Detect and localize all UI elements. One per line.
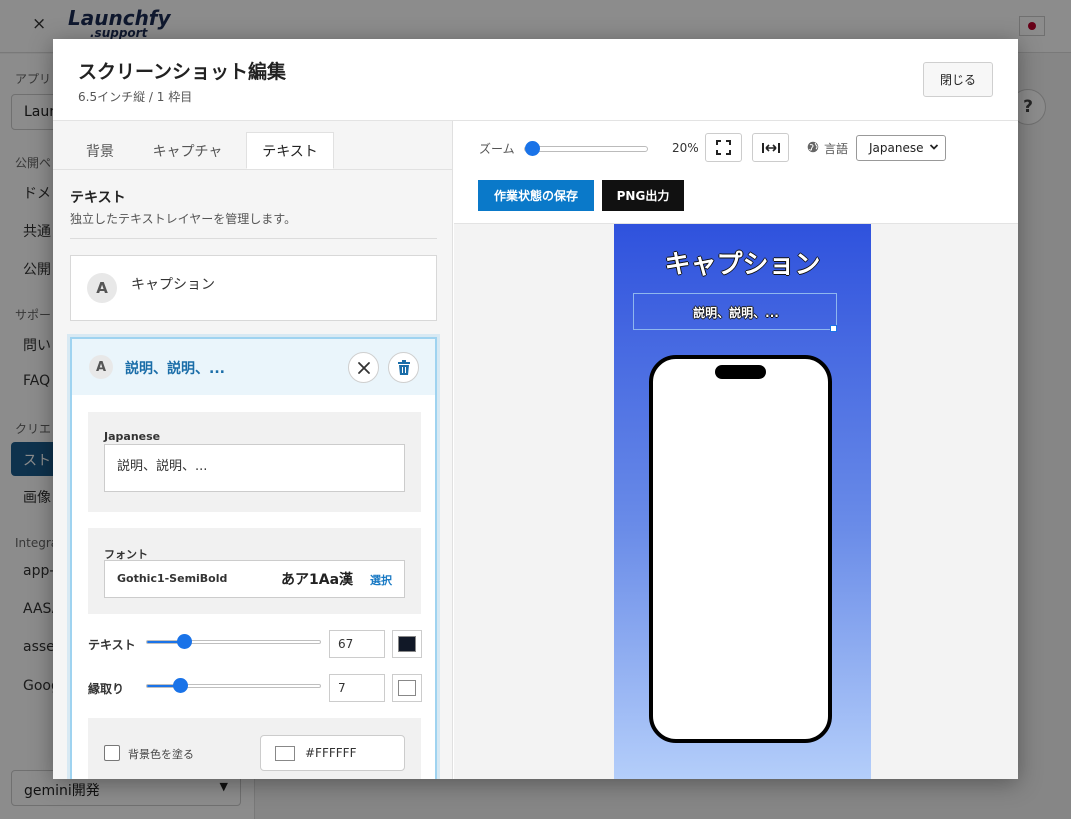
resize-handle[interactable]	[830, 325, 837, 332]
font-card: フォント Gothic1-SemiBold あア1Aa漢 選択	[88, 528, 421, 614]
stroke-color-button[interactable]	[392, 674, 422, 702]
zoom-slider-handle[interactable]	[525, 141, 540, 156]
editor-preview-panel: ズーム 20% 言語 Japanese 作業状態の保存 PNG出力 キャプション…	[454, 121, 1018, 779]
editor-tabs: 背景 キャプチャ テキスト	[53, 121, 452, 170]
size-input[interactable]: 67	[329, 630, 385, 658]
font-select-link[interactable]: 選択	[370, 572, 392, 588]
background-fill-label: 背景色を塗る	[128, 748, 194, 761]
text-color-swatch	[398, 636, 416, 652]
background-fill-card: 背景色を塗る #FFFFFF	[88, 718, 421, 779]
tab-text[interactable]: テキスト	[246, 132, 334, 169]
background-color-swatch	[275, 746, 295, 761]
modal-title: スクリーンショット編集	[78, 61, 287, 83]
fit-width-icon	[761, 142, 780, 153]
section-divider	[70, 238, 437, 239]
modal-subtitle: 6.5インチ縦 / 1 枠目	[78, 90, 193, 104]
layer-item-description: A 説明、説明、... Japanese 説明、説明、... フォント Goth	[70, 337, 437, 779]
screenshot-editor-modal: スクリーンショット編集 6.5インチ縦 / 1 枠目 閉じる 背景 キャプチャ …	[53, 39, 1018, 779]
canvas-caption-text[interactable]: キャプション	[614, 244, 871, 281]
canvas-description-selection[interactable]: 説明、説明、...	[633, 293, 837, 330]
stroke-label: 縁取り	[88, 682, 125, 696]
close-layer-button[interactable]	[348, 352, 379, 383]
stroke-color-swatch	[398, 680, 416, 696]
zoom-label: ズーム	[479, 142, 515, 156]
text-layer-icon: A	[87, 273, 117, 303]
language-text-card: Japanese 説明、説明、...	[88, 412, 421, 512]
background-color-value: #FFFFFF	[305, 746, 357, 760]
language-select-value: Japanese	[869, 141, 924, 155]
fit-width-button[interactable]	[752, 133, 789, 162]
modal-header: スクリーンショット編集 6.5インチ縦 / 1 枠目 閉じる	[53, 39, 1018, 121]
background-color-field[interactable]: #FFFFFF	[260, 735, 405, 771]
language-select[interactable]: Japanese	[856, 135, 946, 161]
editor-left-panel: 背景 キャプチャ テキスト テキスト 独立したテキストレイヤーを管理します。 A…	[53, 121, 453, 779]
font-sample: あア1Aa漢	[281, 572, 354, 588]
stroke-slider-handle[interactable]	[172, 678, 188, 693]
font-name: Gothic1-SemiBold	[117, 572, 228, 585]
zoom-value: 20%	[672, 141, 699, 155]
chevron-down-icon	[929, 144, 939, 150]
delete-layer-button[interactable]	[388, 352, 419, 383]
size-label: テキスト	[88, 638, 136, 652]
fullscreen-icon	[716, 140, 731, 155]
close-button[interactable]: 閉じる	[923, 62, 993, 97]
phone-notch	[715, 365, 766, 379]
size-slider[interactable]	[146, 634, 321, 649]
zoom-slider[interactable]	[524, 141, 648, 156]
text-color-button[interactable]	[392, 630, 422, 658]
font-picker[interactable]: Gothic1-SemiBold あア1Aa漢 選択	[104, 560, 405, 598]
layer-editor: Japanese 説明、説明、... フォント Gothic1-SemiBold…	[72, 395, 435, 779]
layer-text-input[interactable]: 説明、説明、...	[104, 444, 405, 492]
language-label: Japanese	[104, 430, 161, 443]
layer-name: キャプション	[131, 277, 215, 293]
layer-name: 説明、説明、...	[125, 361, 225, 377]
preview-toolbar: ズーム 20% 言語 Japanese 作業状態の保存 PNG出力	[454, 121, 1018, 224]
layer-item-caption[interactable]: A キャプション	[70, 255, 437, 321]
globe-icon	[807, 141, 819, 153]
phone-frame[interactable]	[649, 355, 832, 743]
close-icon	[357, 361, 370, 374]
trash-icon	[397, 359, 410, 375]
save-state-button[interactable]: 作業状態の保存	[478, 180, 594, 211]
text-layer-icon: A	[89, 355, 113, 379]
fit-screen-button[interactable]	[705, 133, 742, 162]
tab-capture[interactable]: キャプチャ	[145, 132, 230, 169]
stroke-slider[interactable]	[146, 678, 321, 693]
size-slider-handle[interactable]	[177, 634, 193, 649]
text-section-description: 独立したテキストレイヤーを管理します。	[70, 212, 297, 226]
screenshot-canvas[interactable]: キャプション 説明、説明、...	[614, 224, 871, 779]
background-fill-checkbox[interactable]	[104, 745, 120, 761]
layer-header[interactable]: A 説明、説明、...	[72, 339, 435, 395]
canvas-description-text[interactable]: 説明、説明、...	[634, 304, 838, 321]
tab-background[interactable]: 背景	[75, 132, 125, 169]
png-export-button[interactable]: PNG出力	[602, 180, 684, 211]
language-label: 言語	[824, 142, 849, 156]
text-section-title: テキスト	[70, 190, 126, 206]
stroke-input[interactable]: 7	[329, 674, 385, 702]
